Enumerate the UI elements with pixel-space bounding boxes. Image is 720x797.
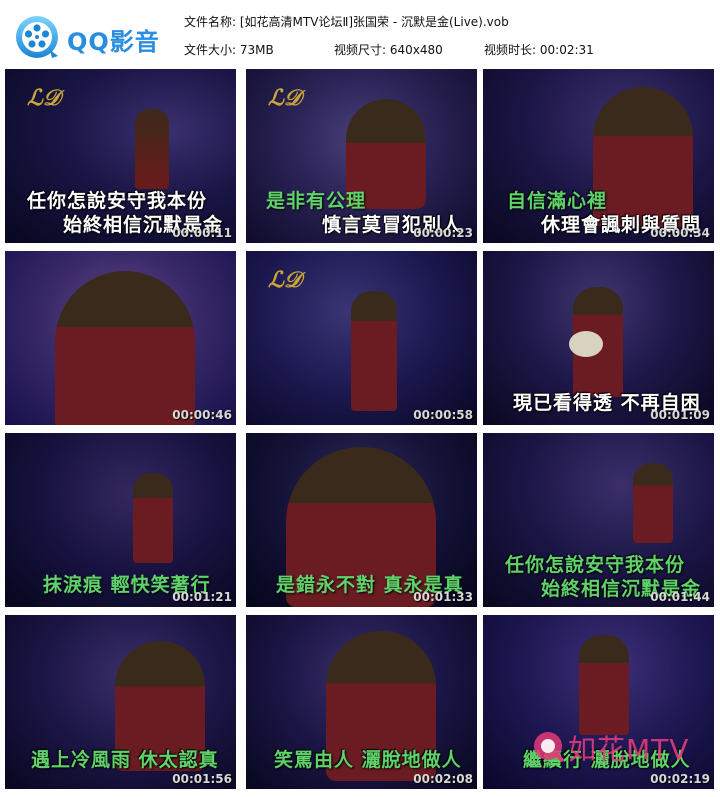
thumbnail[interactable]: 是錯永不對 真永是真 00:01:33 bbox=[246, 433, 477, 607]
timestamp: 00:02:19 bbox=[650, 772, 710, 786]
timestamp: 00:02:08 bbox=[413, 772, 473, 786]
timestamp: 00:00:34 bbox=[650, 226, 710, 240]
duration-value: 00:02:31 bbox=[539, 43, 594, 57]
thumbnail-grid: ℒ𝒟 任你怎說安守我本份 始終相信沉默是金 00:00:11 ℒ𝒟 是非有公理 … bbox=[5, 69, 717, 789]
file-size-value: 73MB bbox=[239, 43, 274, 57]
thumbnail[interactable]: ℒ𝒟 是非有公理 慎言莫冒犯別人 00:00:23 bbox=[246, 69, 477, 243]
subtitle-line: 自信滿心裡 bbox=[507, 190, 608, 212]
thumbnail[interactable]: 自信滿心裡 休理會諷刺與質問 00:00:34 bbox=[483, 69, 714, 243]
timestamp: 00:01:44 bbox=[650, 590, 710, 604]
thumbnail[interactable]: 00:00:46 bbox=[5, 251, 236, 425]
duration-label: 视频时长: bbox=[484, 43, 537, 57]
subtitle-line: 笑罵由人 灑脫地做人 bbox=[274, 749, 462, 771]
timestamp: 00:01:56 bbox=[172, 772, 232, 786]
concert-logo-icon: ℒ𝒟 bbox=[268, 267, 302, 293]
subtitle-line: 遇上冷風雨 休太認真 bbox=[31, 749, 219, 771]
subtitle-line: 任你怎說安守我本份 bbox=[27, 190, 208, 212]
thumbnail[interactable]: 任你怎說安守我本份 始終相信沉默是金 00:01:44 bbox=[483, 433, 714, 607]
app-name: QQ影音 bbox=[67, 28, 160, 56]
qq-player-logo-icon bbox=[16, 16, 58, 58]
watermark-logo-icon bbox=[534, 732, 565, 763]
timestamp: 00:00:23 bbox=[413, 226, 473, 240]
duration-row: 视频时长: 00:02:31 bbox=[484, 41, 594, 58]
thumbnail[interactable]: 現已看得透 不再自困 00:01:09 bbox=[483, 251, 714, 425]
video-size-label: 视频尺寸: bbox=[334, 43, 387, 57]
thumbnail[interactable]: 笑罵由人 灑脫地做人 00:02:08 bbox=[246, 615, 477, 789]
timestamp: 00:00:46 bbox=[172, 408, 232, 422]
video-size-value: 640x480 bbox=[389, 43, 443, 57]
timestamp: 00:00:58 bbox=[413, 408, 473, 422]
video-size-row: 视频尺寸: 640x480 bbox=[334, 41, 443, 58]
file-name-value: [如花高清MTV论坛Ⅱ]张国荣 - 沉默是金(Live).vob bbox=[239, 15, 509, 29]
concert-logo-icon: ℒ𝒟 bbox=[27, 85, 61, 111]
watermark-text: 如花MTV bbox=[568, 733, 690, 766]
file-name-row: 文件名称: [如花高清MTV论坛Ⅱ]张国荣 - 沉默是金(Live).vob bbox=[184, 13, 509, 30]
thumbnail[interactable]: 遇上冷風雨 休太認真 00:01:56 bbox=[5, 615, 236, 789]
file-size-row: 文件大小: 73MB bbox=[184, 41, 274, 58]
thumbnail[interactable]: ℒ𝒟 任你怎說安守我本份 始終相信沉默是金 00:00:11 bbox=[5, 69, 236, 243]
timestamp: 00:01:33 bbox=[413, 590, 473, 604]
file-name-label: 文件名称: bbox=[184, 15, 237, 29]
concert-logo-icon: ℒ𝒟 bbox=[268, 85, 302, 111]
subtitle-line: 任你怎說安守我本份 bbox=[505, 554, 686, 576]
thumbnail[interactable]: 抹淚痕 輕快笑著行 00:01:21 bbox=[5, 433, 236, 607]
file-size-label: 文件大小: bbox=[184, 43, 237, 57]
subtitle-line: 是非有公理 bbox=[266, 190, 367, 212]
thumbnail[interactable]: ℒ𝒟 00:00:58 bbox=[246, 251, 477, 425]
timestamp: 00:01:09 bbox=[650, 408, 710, 422]
timestamp: 00:00:11 bbox=[172, 226, 232, 240]
timestamp: 00:01:21 bbox=[172, 590, 232, 604]
